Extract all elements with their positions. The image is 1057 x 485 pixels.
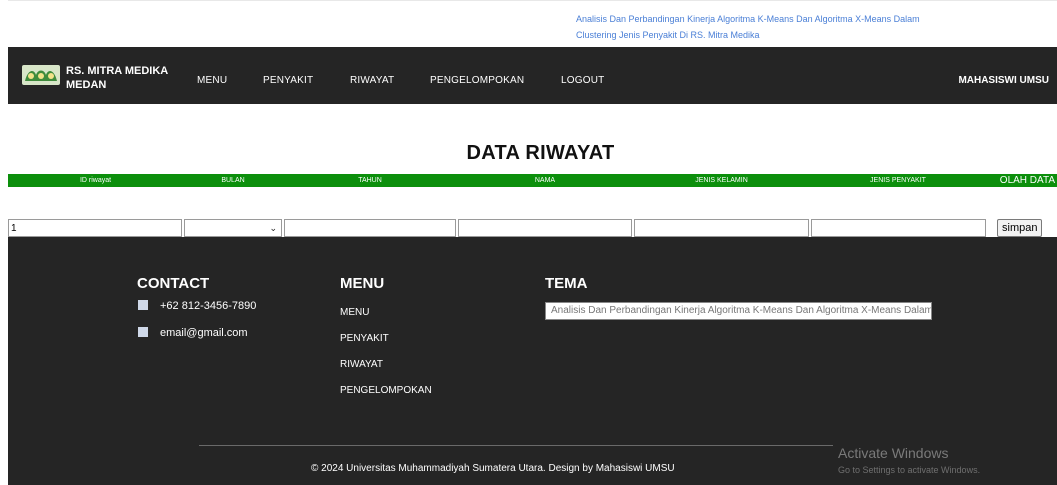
chevron-down-icon: ⌄: [269, 223, 277, 233]
th-olah-data: OLAH DATA: [999, 175, 1055, 186]
top-banner: Analisis Dan Perbandingan Kinerja Algori…: [8, 0, 1057, 47]
brand-name[interactable]: RS. MITRA MEDIKA MEDAN: [66, 64, 168, 92]
th-jenis-penyakit: JENIS PENYAKIT: [870, 177, 926, 184]
footer: CONTACT +62 812-3456-7890 email@gmail.co…: [8, 237, 1057, 485]
footer-phone-text: +62 812-3456-7890: [160, 300, 257, 312]
table-header: ID riwayat BULAN TAHUN NAMA JENIS KELAMI…: [8, 174, 1057, 187]
nav-riwayat[interactable]: RIWAYAT: [350, 75, 394, 86]
navbar: RS. MITRA MEDIKA MEDAN MENU PENYAKIT RIW…: [8, 47, 1057, 104]
footer-phone: +62 812-3456-7890: [138, 300, 256, 312]
footer-contact-title: CONTACT: [137, 275, 210, 292]
footer-tema-title: TEMA: [545, 275, 588, 292]
jenis-penyakit-input[interactable]: [811, 219, 986, 237]
footer-tema-field[interactable]: Analisis Dan Perbandingan Kinerja Algori…: [545, 302, 932, 320]
nav-pengelompokan[interactable]: PENGELOMPOKAN: [430, 75, 524, 86]
footer-divider: [199, 445, 833, 446]
footer-menu-title: MENU: [340, 275, 385, 292]
nav-penyakit[interactable]: PENYAKIT: [263, 75, 313, 86]
top-note-link[interactable]: Analisis Dan Perbandingan Kinerja Algori…: [576, 11, 956, 43]
th-jenis-kelamin: JENIS KELAMIN: [695, 177, 748, 184]
th-nama: NAMA: [534, 177, 556, 184]
activate-windows-title: Activate Windows: [838, 445, 949, 461]
tahun-input[interactable]: [284, 219, 456, 237]
activate-windows-subtitle: Go to Settings to activate Windows.: [838, 465, 981, 475]
phone-icon: [138, 300, 148, 310]
footer-riwayat-link[interactable]: RIWAYAT: [340, 359, 383, 370]
nama-input[interactable]: [458, 219, 632, 237]
hospital-logo-icon: [22, 65, 60, 85]
jenis-kelamin-input[interactable]: [634, 219, 809, 237]
simpan-button[interactable]: simpan: [997, 219, 1043, 237]
brand-line-1: RS. MITRA MEDIKA: [66, 65, 169, 77]
nav-logout[interactable]: LOGOUT: [561, 75, 604, 86]
id-riwayat-input[interactable]: [8, 219, 182, 237]
footer-penyakit-link[interactable]: PENYAKIT: [340, 333, 389, 344]
th-id-riwayat: ID riwayat: [79, 177, 112, 184]
footer-menu-link[interactable]: MENU: [340, 307, 369, 318]
bulan-select[interactable]: ⌄: [184, 219, 282, 237]
page-title: DATA RIWAYAT: [466, 142, 615, 164]
footer-pengelompokan-link[interactable]: PENGELOMPOKAN: [340, 385, 432, 396]
th-bulan: BULAN: [221, 177, 245, 184]
th-tahun: TAHUN: [358, 177, 382, 184]
nav-user[interactable]: MAHASISWI UMSU: [958, 75, 1049, 86]
footer-copyright: © 2024 Universitas Muhammadiyah Sumatera…: [311, 463, 675, 474]
email-icon: [138, 327, 148, 337]
footer-email: email@gmail.com: [138, 327, 248, 339]
nav-menu[interactable]: MENU: [197, 75, 227, 86]
brand-line-2: MEDAN: [66, 79, 107, 91]
footer-email-text: email@gmail.com: [160, 327, 248, 339]
